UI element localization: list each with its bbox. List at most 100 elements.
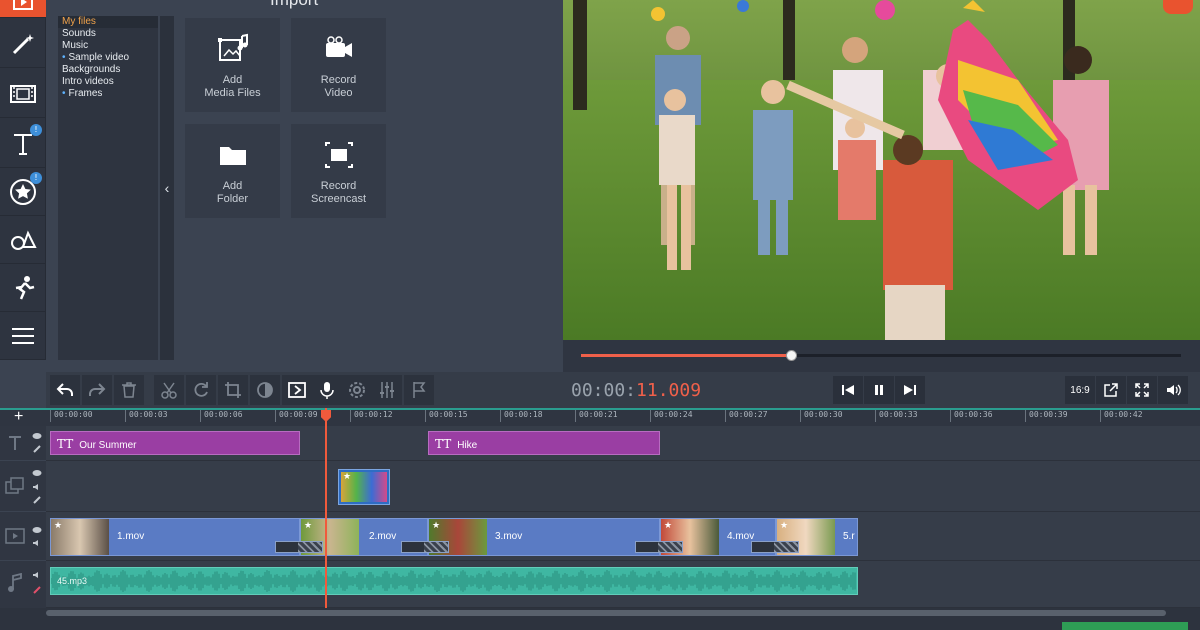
eye-icon[interactable] (32, 469, 42, 477)
overlay-track: ★ (46, 461, 1200, 512)
screencast-icon (324, 142, 353, 168)
add-folder-button[interactable]: Add Folder (185, 124, 280, 218)
clip-properties-button[interactable] (342, 375, 372, 405)
equalizer-button[interactable] (372, 375, 402, 405)
scrub-bar[interactable] (563, 340, 1200, 372)
external-window-icon (1104, 383, 1118, 397)
add-media-files-button[interactable]: Add Media Files (185, 18, 280, 112)
crop-icon (225, 382, 241, 398)
title-clip[interactable]: TT Hike (428, 431, 660, 455)
video-editor-window: ! ! My files Sounds Music • Sample video Back… (0, 0, 1200, 630)
detach-preview-button[interactable] (1096, 376, 1126, 404)
clip-name: 3.mov (495, 531, 523, 542)
stickers-badge: ! (30, 172, 42, 184)
stickers-tool-button[interactable]: ! (0, 168, 46, 216)
transition-wizard-button[interactable] (282, 375, 312, 405)
category-item[interactable]: Sounds (58, 28, 158, 40)
add-track-button[interactable]: + (14, 408, 23, 426)
timeline-ruler[interactable]: + 00:00:00 00:00:03 00:00:06 00:00:09 00:00:… (0, 408, 1200, 426)
link-icon[interactable] (32, 495, 42, 505)
ruler-tick-label: 00:00:27 (725, 410, 768, 422)
video-clip[interactable]: ★ 3.mov (428, 518, 660, 556)
equalizer-icon (380, 382, 394, 398)
more-tools-button[interactable] (0, 312, 46, 360)
fullscreen-button[interactable] (1127, 376, 1157, 404)
motion-tool-button[interactable] (0, 264, 46, 312)
import-category-list: My files Sounds Music • Sample video Backgrou… (58, 16, 158, 360)
transition-marker[interactable] (635, 541, 683, 553)
speaker-icon[interactable] (32, 571, 42, 579)
ruler-tick-label: 00:00:39 (1025, 410, 1068, 422)
pause-button[interactable] (864, 376, 894, 404)
title-clip-label: Hike (457, 440, 478, 451)
eye-icon[interactable] (32, 526, 42, 534)
collapse-panel-button[interactable]: ‹ (160, 16, 174, 360)
import-icon (13, 0, 33, 10)
import-title: Import (270, 0, 350, 10)
waveform-path (51, 570, 856, 592)
unlink-icon[interactable] (32, 585, 42, 595)
add-marker-button[interactable] (404, 375, 434, 405)
title-clip[interactable]: TT Our Summer (50, 431, 300, 455)
tile-label: Record Video (320, 74, 357, 99)
audio-waveform (51, 570, 856, 592)
link-icon[interactable] (32, 444, 42, 454)
aspect-ratio-button[interactable]: 16:9 (1065, 376, 1095, 404)
transition-marker[interactable] (751, 541, 799, 553)
overlay-clip[interactable]: ★ (338, 469, 390, 505)
redo-button[interactable] (82, 375, 112, 405)
volume-button[interactable] (1158, 376, 1188, 404)
undo-button[interactable] (50, 375, 80, 405)
tile-label: Record Screencast (310, 180, 367, 205)
ruler-tick-label: 00:00:24 (650, 410, 693, 422)
star-icon: ★ (432, 520, 441, 530)
cut-button[interactable] (154, 375, 184, 405)
clip-name: 5.r (843, 531, 855, 542)
ruler-tick-label: 00:00:00 (50, 410, 93, 422)
speaker-icon[interactable] (32, 483, 42, 491)
list-icon (12, 327, 34, 344)
transition-marker[interactable] (401, 541, 449, 553)
scissors-icon (161, 382, 177, 399)
scrub-handle[interactable] (786, 350, 797, 361)
preview-frame-image (563, 0, 1200, 340)
record-video-button[interactable]: Record Video (291, 18, 386, 112)
record-audio-button[interactable] (312, 375, 342, 405)
chevron-left-icon: ‹ (164, 180, 170, 196)
player-controls: 00:00:11.009 16:9 (563, 372, 1200, 408)
title-clip-icon: TT (435, 437, 452, 451)
category-item[interactable]: My files (58, 16, 158, 28)
record-screencast-button[interactable]: Record Screencast (291, 124, 386, 218)
shapes-tool-button[interactable] (0, 216, 46, 264)
video-preview[interactable] (563, 0, 1200, 340)
category-item[interactable]: Backgrounds (58, 64, 158, 76)
video-track-icon (5, 528, 25, 544)
star-icon: ★ (780, 520, 789, 530)
category-item[interactable]: • Frames (58, 88, 158, 100)
export-button[interactable] (1062, 622, 1188, 630)
import-tool-button[interactable] (0, 0, 46, 18)
playhead[interactable] (325, 408, 327, 608)
video-clip[interactable]: ★ 1.mov (50, 518, 300, 556)
audio-clip[interactable]: 45.mp3 (50, 567, 858, 595)
skip-back-button[interactable] (833, 376, 863, 404)
filters-tool-button[interactable] (0, 20, 46, 68)
delete-button[interactable] (114, 375, 144, 405)
color-adjust-button[interactable] (250, 375, 280, 405)
eye-icon[interactable] (32, 432, 42, 440)
category-item[interactable]: Music (58, 40, 158, 52)
ruler-tick-label: 00:00:36 (950, 410, 993, 422)
category-item[interactable]: • Sample video (58, 52, 158, 64)
gear-icon (349, 382, 365, 398)
transitions-tool-button[interactable] (0, 70, 46, 118)
timeline-scrollbar[interactable] (46, 610, 1166, 616)
star-icon: ★ (343, 471, 352, 481)
crop-button[interactable] (218, 375, 248, 405)
skip-forward-button[interactable] (895, 376, 925, 404)
transition-marker[interactable] (275, 541, 323, 553)
titles-tool-button[interactable]: ! (0, 120, 46, 168)
rotate-button[interactable] (186, 375, 216, 405)
speaker-icon[interactable] (32, 539, 42, 547)
text-track-icon (9, 436, 21, 450)
category-item[interactable]: Intro videos (58, 76, 158, 88)
